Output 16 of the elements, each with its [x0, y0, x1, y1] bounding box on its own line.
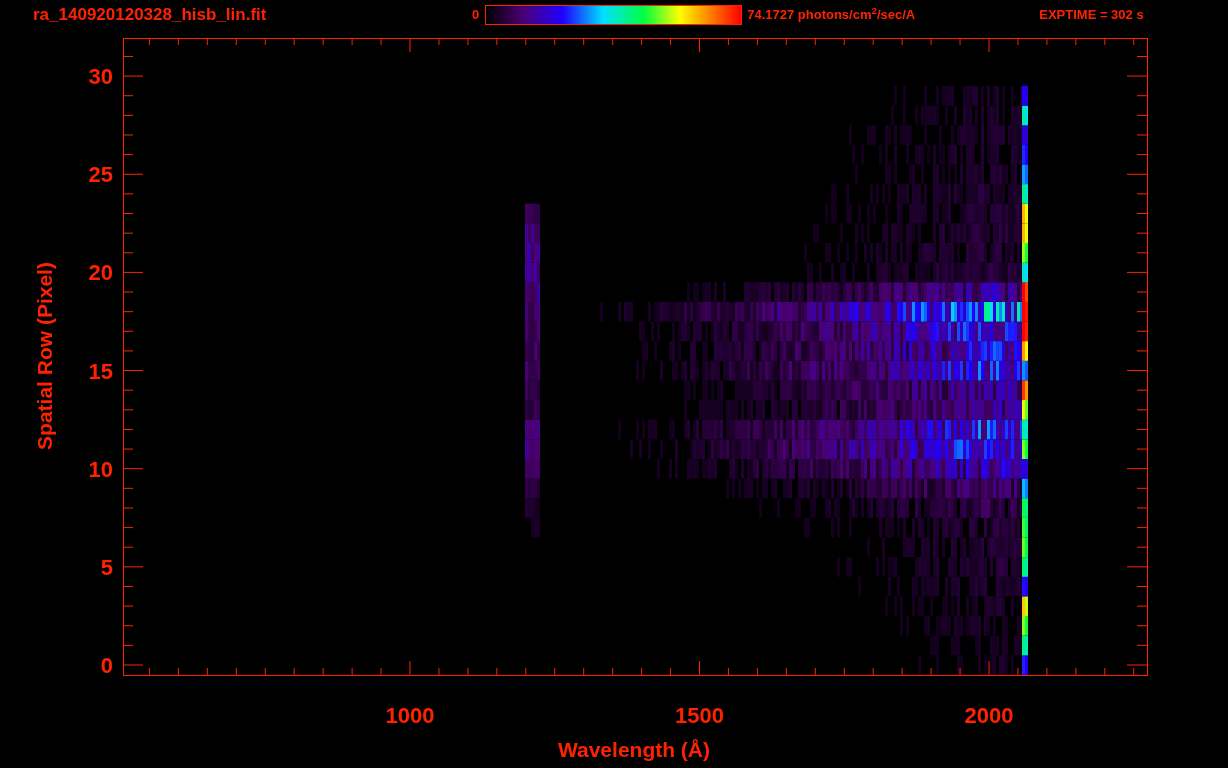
y-tick-label: 20	[88, 260, 113, 286]
file-name: ra_140920120328_hisb_lin.fit	[33, 4, 268, 27]
y-tick-label: 5	[100, 554, 113, 580]
y-tick-label: 0	[100, 653, 113, 678]
x-tick-label: 1500	[675, 703, 724, 728]
y-tick-label: 30	[88, 64, 113, 90]
y-tick-label: 15	[88, 358, 113, 384]
x-tick-label: 2000	[964, 703, 1014, 728]
y-axis-label: Spatial Row (Pixel)	[33, 262, 56, 450]
colorbar-max-label: 74.1727 photons/cm$^{2}$/sec/A	[747, 5, 917, 25]
x-axis-label: Wavelength (Å)	[557, 738, 711, 761]
y-tick-label: 25	[88, 162, 113, 188]
y-tick-label: 10	[88, 456, 113, 482]
colorbar-min-label: 0	[472, 6, 480, 25]
exposure-time: EXPTIME = 302 s	[1039, 6, 1144, 25]
x-tick-label: 1000	[385, 703, 435, 728]
